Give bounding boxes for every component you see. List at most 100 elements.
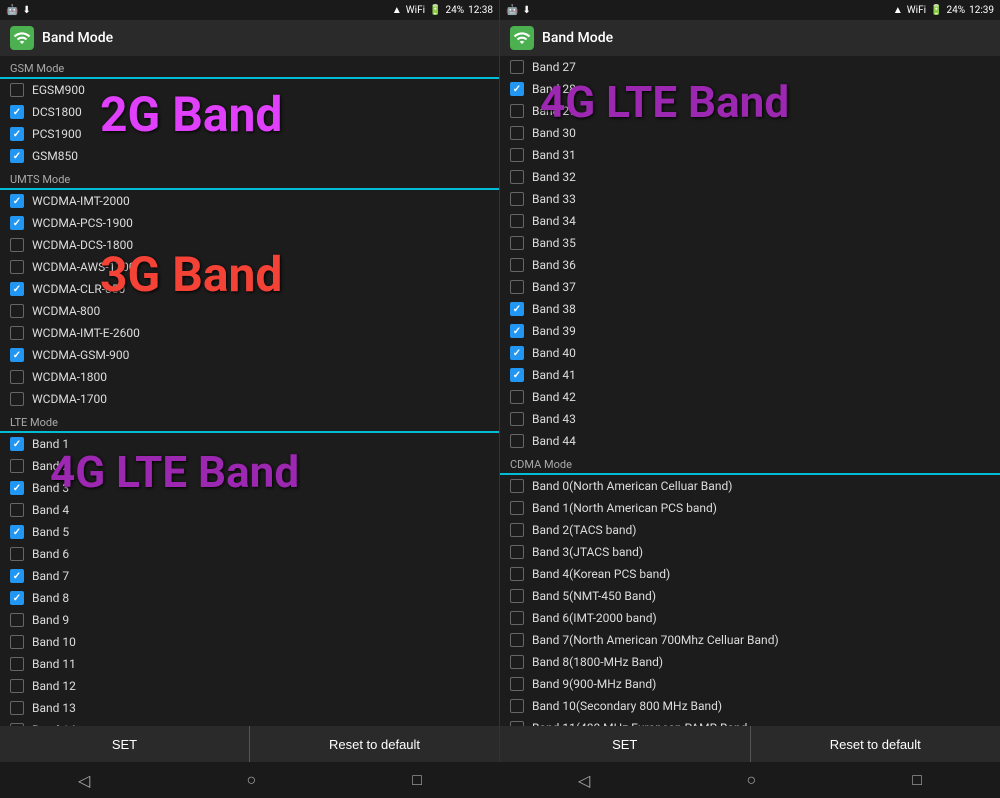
cdma-band9-checkbox[interactable] bbox=[510, 677, 524, 691]
left-recents-button[interactable]: □ bbox=[392, 764, 442, 796]
r-lte-band39[interactable]: Band 39 bbox=[500, 320, 1000, 342]
cdma-band7[interactable]: Band 7(North American 700Mhz Celluar Ban… bbox=[500, 629, 1000, 651]
gsm-gsm850[interactable]: GSM850 bbox=[0, 145, 499, 167]
cdma-band4-checkbox[interactable] bbox=[510, 567, 524, 581]
left-set-button[interactable]: SET bbox=[0, 726, 249, 762]
umts-1800-checkbox[interactable] bbox=[10, 370, 24, 384]
lte-band1[interactable]: Band 1 bbox=[0, 433, 499, 455]
r-lte-band44-checkbox[interactable] bbox=[510, 434, 524, 448]
left-scroll-area[interactable]: GSM Mode EGSM900 DCS1800 PCS1900 bbox=[0, 56, 499, 726]
r-lte-band31-checkbox[interactable] bbox=[510, 148, 524, 162]
umts-dcs1800[interactable]: WCDMA-DCS-1800 bbox=[0, 234, 499, 256]
cdma-band4[interactable]: Band 4(Korean PCS band) bbox=[500, 563, 1000, 585]
umts-imt-e2600-checkbox[interactable] bbox=[10, 326, 24, 340]
umts-1700[interactable]: WCDMA-1700 bbox=[0, 388, 499, 410]
left-home-button[interactable]: ○ bbox=[226, 764, 276, 796]
umts-pcs1900-checkbox[interactable] bbox=[10, 216, 24, 230]
right-back-button[interactable]: ◁ bbox=[558, 765, 610, 796]
cdma-band1-checkbox[interactable] bbox=[510, 501, 524, 515]
cdma-band6[interactable]: Band 6(IMT-2000 band) bbox=[500, 607, 1000, 629]
cdma-band5-checkbox[interactable] bbox=[510, 589, 524, 603]
r-lte-band27-checkbox[interactable] bbox=[510, 60, 524, 74]
cdma-band7-checkbox[interactable] bbox=[510, 633, 524, 647]
r-lte-band36[interactable]: Band 36 bbox=[500, 254, 1000, 276]
r-lte-band29-checkbox[interactable] bbox=[510, 104, 524, 118]
gsm-gsm850-checkbox[interactable] bbox=[10, 149, 24, 163]
r-lte-band34-checkbox[interactable] bbox=[510, 214, 524, 228]
lte-band5-checkbox[interactable] bbox=[10, 525, 24, 539]
cdma-band5[interactable]: Band 5(NMT-450 Band) bbox=[500, 585, 1000, 607]
gsm-pcs1900[interactable]: PCS1900 bbox=[0, 123, 499, 145]
right-recents-button[interactable]: □ bbox=[892, 764, 942, 796]
cdma-band11-checkbox[interactable] bbox=[510, 721, 524, 726]
gsm-pcs1900-checkbox[interactable] bbox=[10, 127, 24, 141]
r-lte-band44[interactable]: Band 44 bbox=[500, 430, 1000, 452]
lte-band2[interactable]: Band 2 bbox=[0, 455, 499, 477]
r-lte-band41-checkbox[interactable] bbox=[510, 368, 524, 382]
lte-band12-checkbox[interactable] bbox=[10, 679, 24, 693]
lte-band4-checkbox[interactable] bbox=[10, 503, 24, 517]
cdma-band10-checkbox[interactable] bbox=[510, 699, 524, 713]
cdma-band9[interactable]: Band 9(900-MHz Band) bbox=[500, 673, 1000, 695]
gsm-dcs1800[interactable]: DCS1800 bbox=[0, 101, 499, 123]
cdma-band11[interactable]: Band 11(400 MHz European PAMR Band bbox=[500, 717, 1000, 726]
r-lte-band28[interactable]: Band 28 bbox=[500, 78, 1000, 100]
umts-imt2000-checkbox[interactable] bbox=[10, 194, 24, 208]
lte-band8-checkbox[interactable] bbox=[10, 591, 24, 605]
cdma-band3[interactable]: Band 3(JTACS band) bbox=[500, 541, 1000, 563]
cdma-band1[interactable]: Band 1(North American PCS band) bbox=[500, 497, 1000, 519]
lte-band2-checkbox[interactable] bbox=[10, 459, 24, 473]
umts-clr850[interactable]: WCDMA-CLR-850 bbox=[0, 278, 499, 300]
lte-band12[interactable]: Band 12 bbox=[0, 675, 499, 697]
r-lte-band33[interactable]: Band 33 bbox=[500, 188, 1000, 210]
r-lte-band37-checkbox[interactable] bbox=[510, 280, 524, 294]
lte-band6-checkbox[interactable] bbox=[10, 547, 24, 561]
r-lte-band38-checkbox[interactable] bbox=[510, 302, 524, 316]
lte-band13-checkbox[interactable] bbox=[10, 701, 24, 715]
umts-dcs1800-checkbox[interactable] bbox=[10, 238, 24, 252]
cdma-band2[interactable]: Band 2(TACS band) bbox=[500, 519, 1000, 541]
r-lte-band30-checkbox[interactable] bbox=[510, 126, 524, 140]
cdma-band0[interactable]: Band 0(North American Celluar Band) bbox=[500, 475, 1000, 497]
r-lte-band43-checkbox[interactable] bbox=[510, 412, 524, 426]
r-lte-band40-checkbox[interactable] bbox=[510, 346, 524, 360]
lte-band14-checkbox[interactable] bbox=[10, 723, 24, 726]
lte-band3[interactable]: Band 3 bbox=[0, 477, 499, 499]
umts-800[interactable]: WCDMA-800 bbox=[0, 300, 499, 322]
lte-band11[interactable]: Band 11 bbox=[0, 653, 499, 675]
r-lte-band43[interactable]: Band 43 bbox=[500, 408, 1000, 430]
r-lte-band35-checkbox[interactable] bbox=[510, 236, 524, 250]
lte-band14[interactable]: Band 14 bbox=[0, 719, 499, 726]
cdma-band0-checkbox[interactable] bbox=[510, 479, 524, 493]
umts-1700-checkbox[interactable] bbox=[10, 392, 24, 406]
lte-band9[interactable]: Band 9 bbox=[0, 609, 499, 631]
umts-aws1700[interactable]: WCDMA-AWS-1700 bbox=[0, 256, 499, 278]
umts-imt-e2600[interactable]: WCDMA-IMT-E-2600 bbox=[0, 322, 499, 344]
lte-band4[interactable]: Band 4 bbox=[0, 499, 499, 521]
r-lte-band40[interactable]: Band 40 bbox=[500, 342, 1000, 364]
r-lte-band36-checkbox[interactable] bbox=[510, 258, 524, 272]
cdma-band3-checkbox[interactable] bbox=[510, 545, 524, 559]
lte-band13[interactable]: Band 13 bbox=[0, 697, 499, 719]
umts-1800[interactable]: WCDMA-1800 bbox=[0, 366, 499, 388]
lte-band10-checkbox[interactable] bbox=[10, 635, 24, 649]
lte-band7-checkbox[interactable] bbox=[10, 569, 24, 583]
r-lte-band42[interactable]: Band 42 bbox=[500, 386, 1000, 408]
gsm-egsm900[interactable]: EGSM900 bbox=[0, 79, 499, 101]
r-lte-band37[interactable]: Band 37 bbox=[500, 276, 1000, 298]
umts-aws1700-checkbox[interactable] bbox=[10, 260, 24, 274]
lte-band8[interactable]: Band 8 bbox=[0, 587, 499, 609]
lte-band5[interactable]: Band 5 bbox=[0, 521, 499, 543]
umts-pcs1900[interactable]: WCDMA-PCS-1900 bbox=[0, 212, 499, 234]
r-lte-band31[interactable]: Band 31 bbox=[500, 144, 1000, 166]
r-lte-band41[interactable]: Band 41 bbox=[500, 364, 1000, 386]
lte-band10[interactable]: Band 10 bbox=[0, 631, 499, 653]
umts-800-checkbox[interactable] bbox=[10, 304, 24, 318]
gsm-dcs1800-checkbox[interactable] bbox=[10, 105, 24, 119]
cdma-band6-checkbox[interactable] bbox=[510, 611, 524, 625]
lte-band11-checkbox[interactable] bbox=[10, 657, 24, 671]
r-lte-band29[interactable]: Band 29 bbox=[500, 100, 1000, 122]
cdma-band8-checkbox[interactable] bbox=[510, 655, 524, 669]
r-lte-band38[interactable]: Band 38 bbox=[500, 298, 1000, 320]
r-lte-band32[interactable]: Band 32 bbox=[500, 166, 1000, 188]
